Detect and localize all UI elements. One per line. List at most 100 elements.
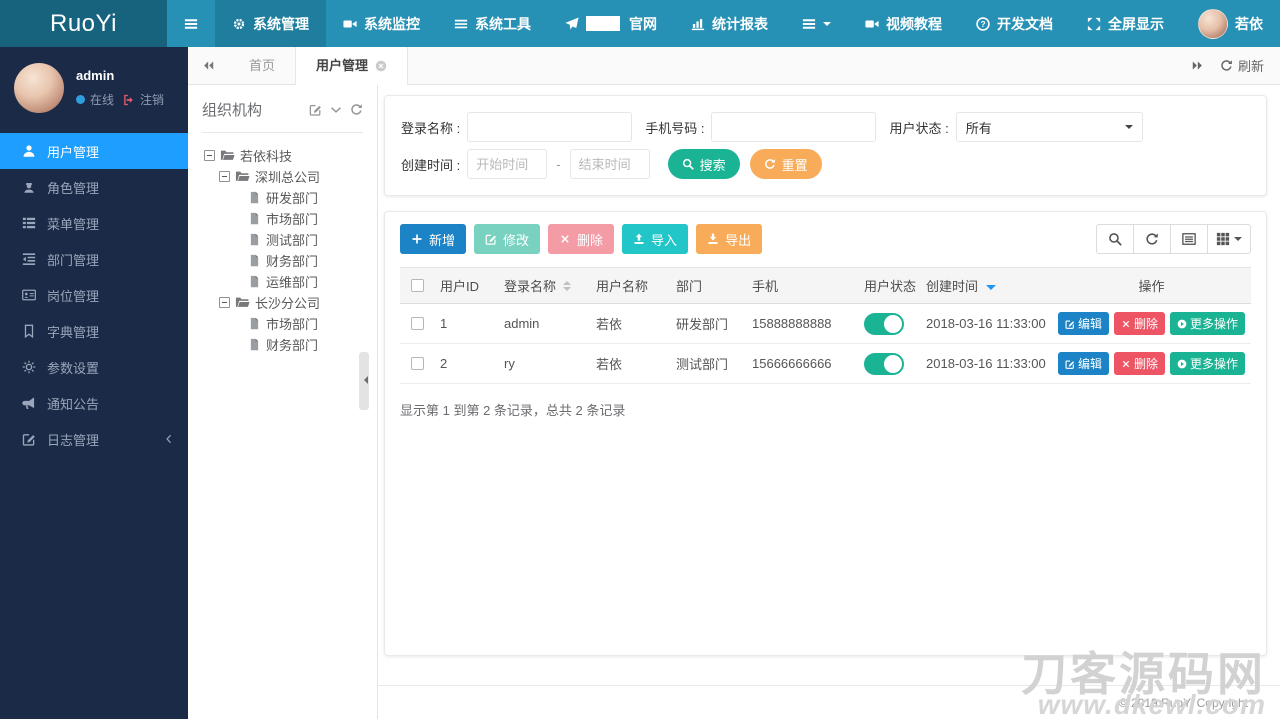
tab-user-manage[interactable]: 用户管理	[295, 47, 408, 85]
tab-refresh-button[interactable]: 刷新	[1220, 56, 1264, 75]
detail-view-button[interactable]	[1170, 224, 1208, 254]
row-more-button[interactable]: 更多操作	[1170, 352, 1245, 375]
modify-button[interactable]: 修改	[474, 224, 540, 254]
nav-label: 官网	[629, 14, 657, 34]
user-status-select[interactable]: 所有	[956, 112, 1143, 142]
tree-node[interactable]: 市场部门	[202, 208, 377, 229]
nav-system-manage[interactable]: 系统管理	[215, 0, 326, 47]
end-time-input[interactable]	[570, 149, 650, 179]
sign-out-icon	[123, 94, 135, 106]
bar-chart-icon	[691, 17, 705, 31]
export-button[interactable]: 导出	[696, 224, 762, 254]
import-button[interactable]: 导入	[622, 224, 688, 254]
status-toggle-on[interactable]	[864, 313, 904, 335]
search-button[interactable]: 搜索	[668, 149, 740, 179]
sidebar-item-notice[interactable]: 通知公告	[0, 385, 188, 421]
cell-user-name: 若依	[590, 314, 670, 333]
nav-label: 系统管理	[253, 14, 309, 34]
row-edit-button[interactable]: 编辑	[1058, 312, 1109, 335]
row-edit-button[interactable]: 编辑	[1058, 352, 1109, 375]
col-created[interactable]: 创建时间	[920, 276, 1052, 295]
sidebar-toggle-button[interactable]	[167, 0, 215, 47]
row-more-button[interactable]: 更多操作	[1170, 312, 1245, 335]
app-logo[interactable]: RuoYi	[0, 0, 167, 47]
add-button[interactable]: 新增	[400, 224, 466, 254]
nav-system-monitor[interactable]: 系统监控	[326, 0, 437, 47]
col-login-name[interactable]: 登录名称	[498, 276, 590, 295]
sidebar-item-dept-manage[interactable]: 部门管理	[0, 241, 188, 277]
search-form-card: 登录名称 : 手机号码 : 用户状态 : 所有 创建时间 : -	[384, 95, 1267, 196]
table-view-controls	[1097, 224, 1251, 254]
tree-node[interactable]: 若依科技	[202, 145, 377, 166]
tree-panel-title: 组织机构	[202, 99, 262, 120]
toggle-search-button[interactable]	[1096, 224, 1134, 254]
row-checkbox[interactable]	[411, 317, 424, 330]
paper-plane-icon	[565, 17, 579, 31]
tree-expander-minus-icon[interactable]	[219, 297, 230, 308]
file-icon	[248, 254, 261, 267]
menu-label: 日志管理	[47, 430, 99, 449]
fullscreen-button[interactable]: 全屏显示	[1070, 0, 1181, 47]
cell-phone: 15888888888	[746, 316, 858, 331]
tree-edit-icon[interactable]	[309, 103, 322, 116]
col-status: 用户状态	[858, 276, 920, 295]
tabs-scroll-right-button[interactable]	[1191, 59, 1204, 72]
tree-node[interactable]: 运维部门	[202, 271, 377, 292]
tree-collapse-handle[interactable]	[359, 352, 369, 410]
tree-expander-minus-icon[interactable]	[204, 150, 215, 161]
page-footer: © 2019 RuoYi Copyright	[378, 685, 1280, 719]
start-time-input[interactable]	[467, 149, 547, 179]
tree-node[interactable]: 财务部门	[202, 250, 377, 271]
nav-official-site[interactable]: 官网	[548, 0, 674, 47]
file-icon	[248, 212, 261, 225]
tab-home[interactable]: 首页	[229, 47, 295, 85]
refresh-icon	[764, 158, 776, 170]
file-icon	[248, 317, 261, 330]
cell-dept: 研发部门	[670, 314, 746, 333]
status-toggle-on[interactable]	[864, 353, 904, 375]
th-list-icon	[22, 216, 36, 230]
delete-button[interactable]: 删除	[548, 224, 614, 254]
select-all-checkbox[interactable]	[411, 279, 424, 292]
sidebar-item-dict-manage[interactable]: 字典管理	[0, 313, 188, 349]
row-delete-button[interactable]: 删除	[1114, 352, 1165, 375]
gear-icon	[232, 17, 246, 31]
user-menu[interactable]: 若依	[1181, 0, 1280, 47]
tree-node[interactable]: 测试部门	[202, 229, 377, 250]
tabs-scroll-left-button[interactable]	[188, 59, 229, 72]
tree-refresh-icon[interactable]	[350, 103, 363, 116]
login-name-input[interactable]	[467, 112, 632, 142]
logout-link[interactable]: 注销	[140, 91, 164, 108]
nav-system-tools[interactable]: 系统工具	[437, 0, 548, 47]
tree-node[interactable]: 长沙分公司	[202, 292, 377, 313]
sidebar-item-role-manage[interactable]: 角色管理	[0, 169, 188, 205]
columns-dropdown-button[interactable]	[1207, 224, 1251, 254]
nav-more-dropdown[interactable]	[785, 0, 848, 47]
tab-close-icon[interactable]	[375, 60, 387, 72]
tree-node[interactable]: 深圳总公司	[202, 166, 377, 187]
search-icon	[682, 158, 694, 170]
tree-node[interactable]: 财务部门	[202, 334, 377, 355]
edit-icon	[1065, 319, 1075, 329]
divider	[202, 132, 363, 133]
reset-button[interactable]: 重置	[750, 149, 822, 179]
video-tutorial-link[interactable]: 视频教程	[848, 0, 959, 47]
row-checkbox[interactable]	[411, 357, 424, 370]
sidebar-item-param-settings[interactable]: 参数设置	[0, 349, 188, 385]
nav-statistics-report[interactable]: 统计报表	[674, 0, 785, 47]
sidebar-item-menu-manage[interactable]: 菜单管理	[0, 205, 188, 241]
tree-node[interactable]: 市场部门	[202, 313, 377, 334]
sidebar-item-log-manage[interactable]: 日志管理	[0, 421, 188, 457]
phone-input[interactable]	[711, 112, 876, 142]
tree-collapse-chevron-icon[interactable]	[330, 104, 342, 116]
sidebar-item-user-manage[interactable]: 用户管理	[0, 133, 188, 169]
tree-node[interactable]: 研发部门	[202, 187, 377, 208]
row-delete-button[interactable]: 删除	[1114, 312, 1165, 335]
tree-expander-minus-icon[interactable]	[219, 171, 230, 182]
refresh-table-button[interactable]	[1133, 224, 1171, 254]
cell-user-id: 2	[434, 356, 498, 371]
navbar-username: 若依	[1235, 14, 1263, 34]
user-avatar[interactable]	[14, 63, 64, 113]
dev-docs-link[interactable]: ? 开发文档	[959, 0, 1070, 47]
sidebar-item-post-manage[interactable]: 岗位管理	[0, 277, 188, 313]
